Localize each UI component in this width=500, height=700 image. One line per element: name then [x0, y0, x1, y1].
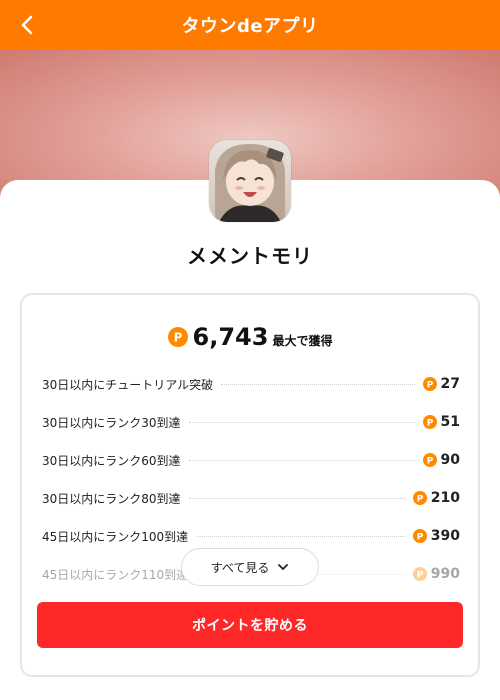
chevron-down-icon [278, 564, 289, 570]
reward-points: 390 [430, 528, 460, 544]
point-coin-icon: P [412, 529, 427, 543]
total-points-suffix: 最大で獲得 [272, 334, 333, 348]
earn-points-button[interactable]: ポイントを貯める [37, 602, 463, 648]
reward-row: 30日以内にランク80到達 P 210 [42, 479, 460, 517]
point-coin-icon: P [412, 491, 427, 505]
svg-text:P: P [416, 495, 423, 505]
app-icon [209, 140, 291, 222]
reward-row: 30日以内にランク60到達 P 90 [42, 441, 460, 479]
reward-points: 27 [440, 376, 460, 392]
back-arrow-icon[interactable] [16, 13, 40, 37]
svg-text:P: P [416, 533, 423, 543]
reward-row: 30日以内にランク30到達 P 51 [42, 403, 460, 441]
dotted-leader [221, 383, 415, 385]
reward-points: 990 [430, 566, 460, 582]
reward-points: 90 [440, 452, 460, 468]
total-points: P 6,743 最大で獲得 [22, 323, 478, 351]
dotted-leader [196, 535, 405, 537]
point-coin-icon: P [422, 453, 437, 467]
dotted-leader [188, 497, 405, 499]
total-points-value: 6,743 [192, 323, 269, 351]
svg-text:P: P [426, 381, 433, 391]
svg-text:P: P [426, 457, 433, 467]
header-title: タウンdeアプリ [181, 16, 319, 37]
svg-text:P: P [426, 419, 433, 429]
svg-text:P: P [416, 571, 423, 581]
top-bar: タウンdeアプリ [0, 0, 500, 50]
reward-condition: 30日以内にランク30到達 [42, 415, 181, 430]
reward-condition: 30日以内にチュートリアル突破 [42, 377, 214, 392]
app-name: メメントモリ [187, 244, 313, 268]
dotted-leader [188, 421, 415, 423]
reward-points: 210 [430, 490, 460, 506]
point-coin-icon: P [167, 327, 188, 347]
point-coin-icon: P [422, 377, 437, 391]
reward-condition: 45日以内にランク100到達 [42, 529, 189, 544]
reward-row: 30日以内にチュートリアル突破 P 27 [42, 365, 460, 403]
point-coin-icon: P [412, 567, 427, 581]
earn-points-label: ポイントを貯める [192, 617, 308, 633]
reward-condition: 30日以内にランク80到達 [42, 491, 181, 506]
reward-card: P 6,743 最大で獲得 30日以内にチュートリアル突破 P 27 30日以内… [20, 293, 480, 677]
see-all-label: すべて見る [210, 560, 270, 575]
see-all-button[interactable]: すべて見る [181, 548, 319, 586]
reward-condition: 45日以内にランク110到達 [42, 567, 189, 582]
reward-condition: 30日以内にランク60到達 [42, 453, 181, 468]
dotted-leader [188, 459, 415, 461]
reward-points: 51 [440, 414, 460, 430]
svg-text:P: P [173, 331, 182, 345]
point-coin-icon: P [422, 415, 437, 429]
